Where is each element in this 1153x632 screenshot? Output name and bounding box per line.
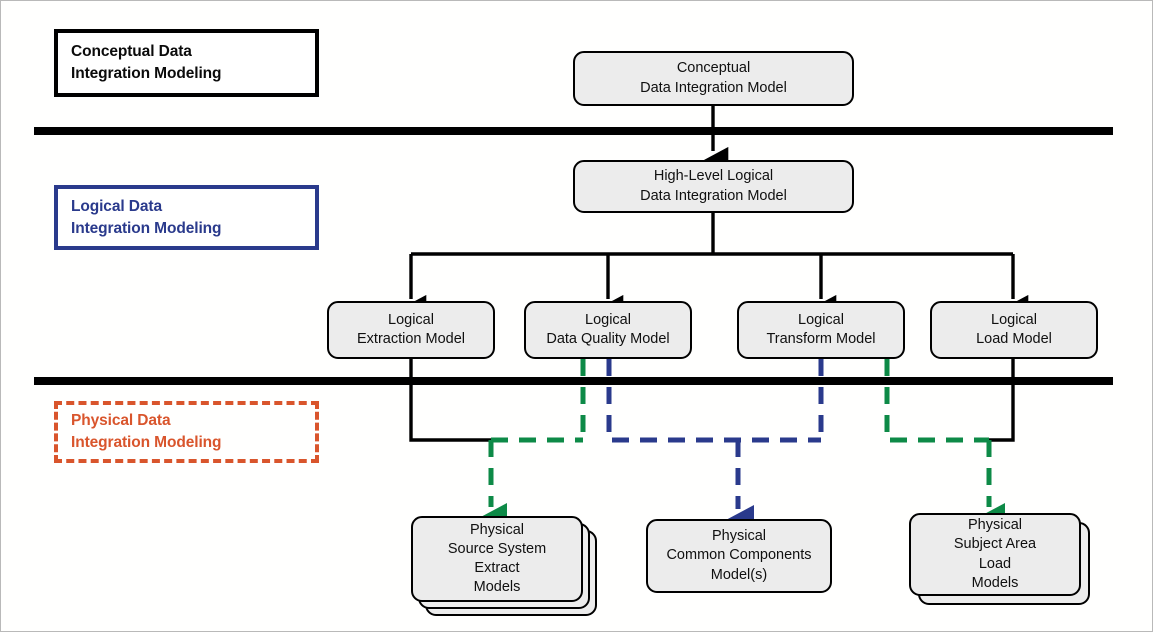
diagram-canvas: Conceptual Data Integration Modeling Log…: [0, 0, 1153, 632]
node-logical-load-line2: Load Model: [976, 331, 1052, 347]
node-physical-common-components-line1: Physical: [711, 528, 766, 545]
connector-transform-green: [884, 359, 989, 443]
node-physical-source-extract-line1: Physical: [469, 521, 524, 538]
layer-label-conceptual-line1: Conceptual Data: [71, 43, 192, 60]
node-physical-subject-area-load-line4: Models: [971, 574, 1019, 591]
node-logical-transform-line2: Transform Model: [766, 331, 876, 347]
node-high-level-logical-data-integration-model[interactable]: High-Level Logical Data Integration Mode…: [573, 160, 854, 213]
node-physical-common-components-line3: Model(s): [710, 566, 768, 583]
layer-label-conceptual-line2: Integration Modeling: [71, 65, 222, 82]
node-logical-transform-model[interactable]: Logical Transform Model: [737, 301, 905, 359]
node-logical-data-quality-line2: Data Quality Model: [546, 331, 670, 347]
node-logical-data-quality-model[interactable]: Logical Data Quality Model: [524, 301, 692, 359]
node-physical-common-components-line2: Common Components: [666, 547, 812, 564]
node-physical-subject-area-load-line1: Physical: [967, 517, 1022, 534]
node-physical-source-extract-line4: Models: [473, 579, 521, 596]
node-logical-extraction-line2: Extraction Model: [357, 331, 465, 347]
node-physical-source-system-extract-models[interactable]: Physical Source System Extract Models: [411, 516, 583, 602]
connector-dataquality-blue: [606, 359, 821, 443]
node-logical-extraction-line1: Logical: [388, 311, 434, 328]
node-high-level-logical-line2: Data Integration Model: [640, 187, 787, 204]
node-logical-data-quality-line1: Logical: [585, 311, 631, 328]
node-conceptual-data-integration-model[interactable]: Conceptual Data Integration Model: [573, 51, 854, 106]
node-physical-subject-area-load-line3: Load: [978, 555, 1012, 572]
node-conceptual-line2: Data Integration Model: [640, 79, 787, 96]
layer-label-logical: Logical Data Integration Modeling: [54, 185, 319, 250]
node-physical-common-components-model[interactable]: Physical Common Components Model(s): [646, 519, 832, 593]
layer-divider-conceptual-logical: [34, 127, 1113, 135]
node-physical-subject-area-load-line2: Subject Area: [953, 536, 1037, 553]
layer-label-conceptual: Conceptual Data Integration Modeling: [54, 29, 319, 97]
layer-label-physical-line2: Integration Modeling: [71, 434, 222, 451]
layer-label-physical-line1: Physical Data: [71, 412, 171, 429]
node-physical-subject-area-load-models[interactable]: Physical Subject Area Load Models: [909, 513, 1081, 596]
node-physical-source-extract-line3: Extract: [474, 560, 520, 576]
node-logical-transform-line1: Logical: [798, 311, 844, 328]
node-logical-load-line1: Logical: [991, 311, 1037, 328]
layer-label-physical: Physical Data Integration Modeling: [54, 401, 319, 463]
node-logical-load-model[interactable]: Logical Load Model: [930, 301, 1098, 359]
connector-extraction-to-source-extract: [409, 359, 583, 443]
node-physical-source-extract-line2: Source System: [447, 540, 547, 557]
layer-label-logical-line2: Integration Modeling: [71, 219, 222, 237]
layer-divider-logical-physical: [34, 377, 1113, 385]
node-high-level-logical-line1: High-Level Logical: [653, 168, 774, 185]
node-conceptual-line1: Conceptual: [676, 60, 751, 77]
layer-label-logical-line1: Logical Data: [71, 197, 162, 215]
connector-load-to-subject-area: [989, 359, 1015, 442]
connector-logical-bus: [397, 213, 1029, 326]
node-logical-extraction-model[interactable]: Logical Extraction Model: [327, 301, 495, 359]
